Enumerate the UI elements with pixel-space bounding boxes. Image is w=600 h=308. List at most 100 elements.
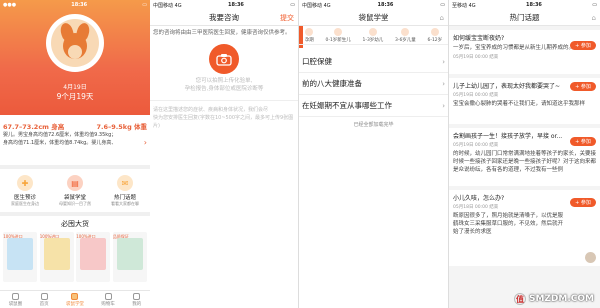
book-icon: ▤: [67, 175, 83, 191]
battery-icon: ▭: [290, 2, 295, 8]
chevron-right-icon: ›: [442, 57, 445, 66]
page-title: 袋鼠学堂: [358, 13, 389, 22]
status-bar: 至移动 4G 18:36 ▭: [449, 0, 600, 10]
carrier: 中国移动: [302, 2, 323, 9]
topic-card[interactable]: 会割画孩子一生！接孩子放学，早接 or... 05月19日 00:00 结束 的…: [449, 128, 600, 186]
topic-card[interactable]: 小儿久咳，怎么办? 05月18日 00:00 结束 断原因很多了，照月始就是清嗓…: [449, 190, 600, 266]
topic-body: 宝宝会撒心裂肺的哭着不让我们走，请知道这乎我那样: [453, 101, 586, 107]
goods-item[interactable]: 100%进口: [39, 232, 74, 282]
tab-cart[interactable]: 购物车: [101, 292, 115, 307]
tab-mine[interactable]: 我的: [132, 292, 141, 307]
status-time: 18:36: [71, 2, 88, 8]
divider: [150, 100, 298, 101]
tab-circle[interactable]: 袋鼠圈: [9, 292, 22, 307]
description-input[interactable]: 请在这里描述您的症状、疾病和身体状况，我们会尽 快为您安排医生回复(字数在10~…: [150, 106, 298, 130]
network: 4G: [468, 2, 476, 9]
battery-icon: ▭: [440, 2, 445, 8]
status-time: 18:36: [526, 2, 542, 8]
kangaroo-avatar[interactable]: [46, 14, 104, 72]
home-icon[interactable]: ⌂: [592, 14, 596, 22]
topic-body: 的时候，幼儿园门口常常满满地挂着等孩子的家长，关要接时候一些接孩子回家还是晚一些…: [453, 151, 596, 173]
hero-banner: ●●● 18:36 ▭ 4月19日 9个月19天: [0, 0, 150, 115]
upload-hint-2: 孕检报告,身体部位或医院诊断等: [184, 86, 264, 92]
camera-button[interactable]: [209, 44, 239, 74]
school-icon: [71, 292, 79, 300]
feature-row: ✚ 医生预诊 家庭医生在身边 ▤ 袋鼠学堂 母婴知识一目了然 ✉ 热门话题 看看…: [0, 165, 150, 207]
chevron-right-icon: ›: [442, 101, 445, 110]
page-title: 我要咨询: [209, 13, 239, 22]
status-time: 18:36: [377, 2, 394, 8]
home-icon[interactable]: ⌂: [440, 14, 444, 22]
nav-bar: 我要咨询 提交: [150, 10, 298, 26]
circle-icon: [11, 292, 19, 300]
home-icon: [40, 292, 48, 300]
kangaroo-icon: [51, 19, 99, 67]
baby-age: 9个月19天: [56, 92, 94, 101]
tab-child[interactable]: 3-6岁儿童: [395, 28, 416, 43]
description-placeholder-1: 请在这里描述您的症状、疾病和身体状况，我们会尽: [153, 107, 269, 113]
load-complete-text: 已经全部加载完毕: [353, 122, 394, 128]
list-item[interactable]: 前的八大健康准备 ›: [299, 73, 448, 95]
carrier: 中国移动: [153, 2, 174, 9]
tab-school-age[interactable]: 6-12岁: [427, 28, 442, 43]
avatar: [585, 252, 596, 263]
tab-newborn[interactable]: 0-1岁新生儿: [325, 28, 351, 43]
list-item[interactable]: 在妊娠期不宜从事哪些工作 ›: [299, 95, 448, 117]
topic-meta: 05月19日 00:00 结束: [453, 93, 499, 98]
consult-intro: 您的咨询将由由三甲医院医生回复，健康咨询仅供参考。: [153, 30, 291, 36]
page-title: 热门话题: [509, 13, 540, 22]
goods-item[interactable]: 100%进口: [3, 232, 38, 282]
status-time: 18:36: [228, 2, 244, 8]
goods-item[interactable]: 品质保证: [112, 232, 147, 282]
topic-list: 口腔保健 › 前的八大健康准备 › 在妊娠期不宜从事哪些工作 ›: [299, 51, 448, 117]
user-icon: [133, 292, 141, 300]
feature-label: 热门话题: [113, 195, 136, 201]
feature-doctor[interactable]: ✚ 医生预诊 家庭医生在身边: [8, 175, 42, 207]
tab-home[interactable]: 首页: [40, 292, 49, 307]
tab-bar: 袋鼠圈 首页 袋鼠学堂 购物车 我的: [0, 290, 150, 308]
pregnancy-icon: [305, 28, 314, 36]
section-title: 必囤大货: [0, 212, 150, 229]
upload-hint-1: 您可以拍照上传化验单,: [195, 78, 253, 84]
growth-stats[interactable]: 67.7–73.2cm 身高 7.6–9.5kg 体重 婴儿。男宝身高均值72.…: [0, 118, 150, 162]
feature-school[interactable]: ▤ 袋鼠学堂 母婴知识一目了然: [58, 175, 92, 207]
home-screen: ●●● 18:36 ▭ 4月19日 9个月19天 67.7–73.2cm 身高 …: [0, 0, 150, 308]
topics-screen: 至移动 4G 18:36 ▭ 热门话题 ⌂ 如何缓宝宝断夜奶? 一岁后，宝宝养成…: [449, 0, 600, 308]
join-button[interactable]: + 参加: [570, 41, 596, 50]
consult-screen: 中国移动 4G 18:36 ▭ 我要咨询 提交 您的咨询将由由三甲医院医生回复，…: [150, 0, 298, 308]
toddler-icon: [368, 28, 377, 36]
school-screen: 中国移动 4G 18:36 ▭ 袋鼠学堂 ⌂ 孕期 0-1岁新生儿 1-3岁幼儿…: [299, 0, 448, 308]
topic-body: 断原因很多了，照月始就是清嗓子，以优是服鹤珠女三采集服草口服的，不见效，然后就开…: [453, 213, 563, 235]
tab-school[interactable]: 袋鼠学堂: [66, 292, 84, 307]
topic-card[interactable]: 儿子上幼儿园了，表现太好我都要哭了~ 05月19日 00:00 结束 宝宝会撒心…: [449, 78, 600, 124]
nav-bar: 袋鼠学堂 ⌂: [299, 10, 448, 26]
chevron-right-icon[interactable]: ›: [144, 138, 147, 147]
network: 4G: [323, 2, 331, 9]
status-bar: 中国移动 4G 18:36 ▭: [150, 0, 298, 10]
tab-pregnancy[interactable]: 孕期: [305, 28, 314, 43]
school-age-icon: [430, 28, 439, 36]
signal-icon: ●●●: [3, 2, 17, 8]
doctor-icon: ✚: [17, 175, 33, 191]
tab-toddler[interactable]: 1-3岁幼儿: [362, 28, 383, 43]
submit-button[interactable]: 提交: [280, 13, 294, 23]
status-bar: ●●● 18:36 ▭: [0, 0, 150, 10]
watermark-text: SMZDM.COM: [528, 294, 594, 304]
list-item[interactable]: 口腔保健 ›: [299, 51, 448, 73]
status-bar: 中国移动 4G 18:36 ▭: [299, 0, 448, 10]
join-button[interactable]: + 参加: [570, 137, 596, 146]
description-placeholder-2: 快为您安排医生回复(字数在10~500字之间，最多可上传9张图片): [153, 115, 294, 129]
height-range: 67.7–73.2cm 身高: [3, 123, 65, 131]
join-button[interactable]: + 参加: [570, 82, 596, 91]
feature-topics[interactable]: ✉ 热门话题 看看大家都在聊: [108, 175, 142, 207]
topic-meta: 05月19日 00:00 结束: [453, 55, 499, 60]
height-note: 婴儿。男宝身高均值72.6厘米，体重均值9.35kg；: [3, 132, 117, 138]
feature-sub: 家庭医生在身边: [11, 201, 39, 206]
network: 4G: [174, 2, 182, 9]
goods-item[interactable]: 100%进口: [76, 232, 111, 282]
chevron-right-icon: ›: [442, 79, 445, 88]
join-button[interactable]: + 参加: [570, 198, 596, 207]
feature-sub: 母婴知识一目了然: [59, 201, 91, 206]
newborn-icon: [334, 28, 343, 36]
topic-card[interactable]: 如何缓宝宝断夜奶? 一岁后，宝宝养成的习惯都是从新生儿期养成的。 05月19日 …: [449, 30, 600, 74]
